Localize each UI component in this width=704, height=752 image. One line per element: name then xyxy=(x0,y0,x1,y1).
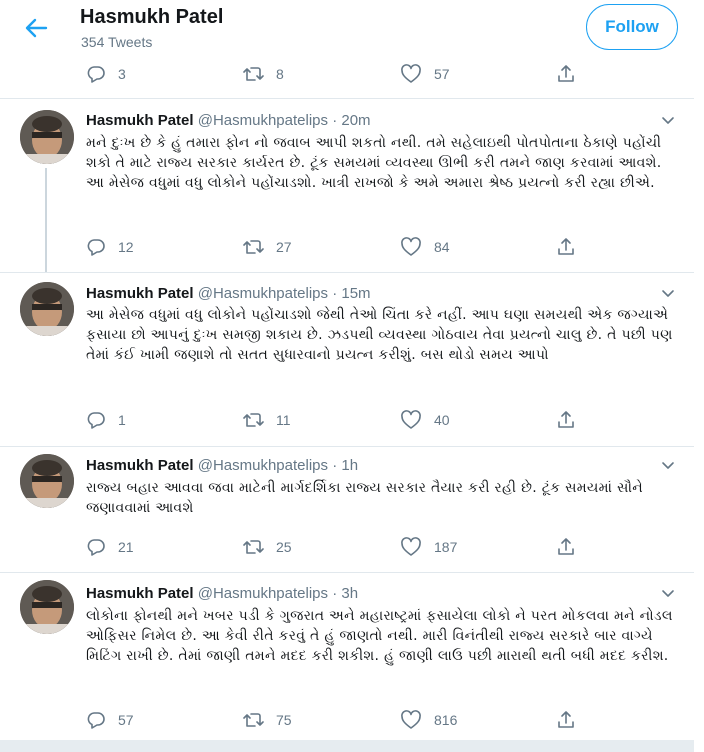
author-name[interactable]: Hasmukh Patel xyxy=(86,585,194,602)
thread-connector xyxy=(45,168,47,272)
reply-count: 3 xyxy=(118,66,126,82)
chevron-down-icon[interactable] xyxy=(660,585,676,601)
share-button[interactable] xyxy=(556,708,576,732)
share-button[interactable] xyxy=(556,408,576,432)
reply-button[interactable]: 21 xyxy=(86,535,134,559)
retweet-count: 8 xyxy=(276,66,284,82)
retweet-icon xyxy=(243,540,264,554)
retweet-count: 27 xyxy=(276,239,292,255)
avatar[interactable] xyxy=(20,282,74,336)
like-count: 57 xyxy=(434,66,450,82)
divider xyxy=(0,98,694,99)
retweet-icon xyxy=(243,413,264,427)
tweet-actions: 21 25 187 xyxy=(86,535,586,559)
retweet-icon xyxy=(243,67,264,81)
share-icon xyxy=(558,411,574,428)
share-button[interactable] xyxy=(556,235,576,259)
heart-icon xyxy=(401,710,421,729)
like-count: 187 xyxy=(434,539,458,555)
tweet-actions: 1 11 40 xyxy=(86,408,586,432)
tweet-actions: 12 27 84 xyxy=(86,235,586,259)
like-button[interactable]: 187 xyxy=(400,535,457,559)
retweet-count: 25 xyxy=(276,539,292,555)
reply-icon xyxy=(87,239,105,256)
share-icon xyxy=(558,711,574,728)
profile-header: Hasmukh Patel 354 Tweets Follow xyxy=(0,0,704,60)
tweet-time[interactable]: · 15m xyxy=(332,285,370,302)
like-count: 40 xyxy=(434,412,450,428)
reply-button[interactable]: 3 xyxy=(86,62,126,86)
divider xyxy=(0,572,694,573)
like-count: 84 xyxy=(434,239,450,255)
share-icon xyxy=(558,538,574,555)
like-count: 816 xyxy=(434,712,458,728)
heart-icon xyxy=(401,64,421,83)
reply-icon xyxy=(87,539,105,556)
retweet-button[interactable]: 8 xyxy=(242,62,284,86)
reply-button[interactable]: 1 xyxy=(86,408,126,432)
reply-button[interactable]: 12 xyxy=(86,235,134,259)
profile-name: Hasmukh Patel xyxy=(80,6,224,28)
tweet-header: Hasmukh Patel @Hasmukhpatelips · 15m xyxy=(86,285,371,302)
tweet-header: Hasmukh Patel @Hasmukhpatelips · 20m xyxy=(86,112,371,129)
heart-icon xyxy=(401,537,421,556)
share-button[interactable] xyxy=(556,62,576,86)
back-arrow-icon[interactable] xyxy=(22,14,50,42)
author-handle[interactable]: @Hasmukhpatelips xyxy=(198,585,328,602)
divider xyxy=(0,446,694,447)
reply-count: 12 xyxy=(118,239,134,255)
tweet-count: 354 Tweets xyxy=(81,34,153,50)
retweet-button[interactable]: 27 xyxy=(242,235,292,259)
avatar[interactable] xyxy=(20,580,74,634)
like-button[interactable]: 84 xyxy=(400,235,450,259)
tweet-time[interactable]: · 20m xyxy=(332,112,370,129)
author-name[interactable]: Hasmukh Patel xyxy=(86,285,194,302)
tweet-text: આ મેસેજ વધુમાં વધુ લોકોને પહોંચાડશો જેથી… xyxy=(86,307,673,363)
heart-icon xyxy=(401,410,421,429)
like-button[interactable]: 816 xyxy=(400,708,457,732)
tweet-header: Hasmukh Patel @Hasmukhpatelips · 1h xyxy=(86,457,358,474)
tweet-text: રાજ્ય બહાર આવવા જવા માટેની માર્ગદર્શિકા … xyxy=(86,480,643,516)
retweet-button[interactable]: 75 xyxy=(242,708,292,732)
tweet-time[interactable]: · 1h xyxy=(332,457,358,474)
retweet-button[interactable]: 11 xyxy=(242,408,291,432)
reply-count: 1 xyxy=(118,412,126,428)
reply-icon xyxy=(87,66,105,83)
reply-count: 57 xyxy=(118,712,134,728)
author-handle[interactable]: @Hasmukhpatelips xyxy=(198,285,328,302)
retweet-count: 75 xyxy=(276,712,292,728)
author-handle[interactable]: @Hasmukhpatelips xyxy=(198,457,328,474)
like-button[interactable]: 40 xyxy=(400,408,450,432)
tweet-time[interactable]: · 3h xyxy=(332,585,358,602)
reply-count: 21 xyxy=(118,539,134,555)
author-handle[interactable]: @Hasmukhpatelips xyxy=(198,112,328,129)
chevron-down-icon[interactable] xyxy=(660,112,676,128)
retweet-button[interactable]: 25 xyxy=(242,535,292,559)
retweet-icon xyxy=(243,713,264,727)
author-name[interactable]: Hasmukh Patel xyxy=(86,457,194,474)
share-button[interactable] xyxy=(556,535,576,559)
heart-icon xyxy=(401,237,421,256)
divider xyxy=(0,272,694,273)
chevron-down-icon[interactable] xyxy=(660,285,676,301)
avatar[interactable] xyxy=(20,110,74,164)
tweet-text: લોકોના ફોનથી મને ખબર પડી કે ગુજરાત અને મ… xyxy=(86,608,673,664)
tweet-actions: 57 75 816 xyxy=(86,708,586,732)
reply-icon xyxy=(87,412,105,429)
like-button[interactable]: 57 xyxy=(400,62,450,86)
avatar[interactable] xyxy=(20,454,74,508)
retweet-icon xyxy=(243,240,264,254)
reply-button[interactable]: 57 xyxy=(86,708,134,732)
previous-tweet-actions: 3 8 57 xyxy=(86,62,586,86)
timeline-bottom-edge xyxy=(0,740,694,752)
retweet-count: 11 xyxy=(276,412,291,428)
tweet-text: મને દુઃખ છે કે હું તમારા ફોન નો જવાબ આપી… xyxy=(86,135,662,191)
share-icon xyxy=(558,238,574,255)
follow-button[interactable]: Follow xyxy=(586,4,678,50)
author-name[interactable]: Hasmukh Patel xyxy=(86,112,194,129)
tweet-header: Hasmukh Patel @Hasmukhpatelips · 3h xyxy=(86,585,358,602)
chevron-down-icon[interactable] xyxy=(660,457,676,473)
reply-icon xyxy=(87,712,105,729)
share-icon xyxy=(558,65,574,82)
